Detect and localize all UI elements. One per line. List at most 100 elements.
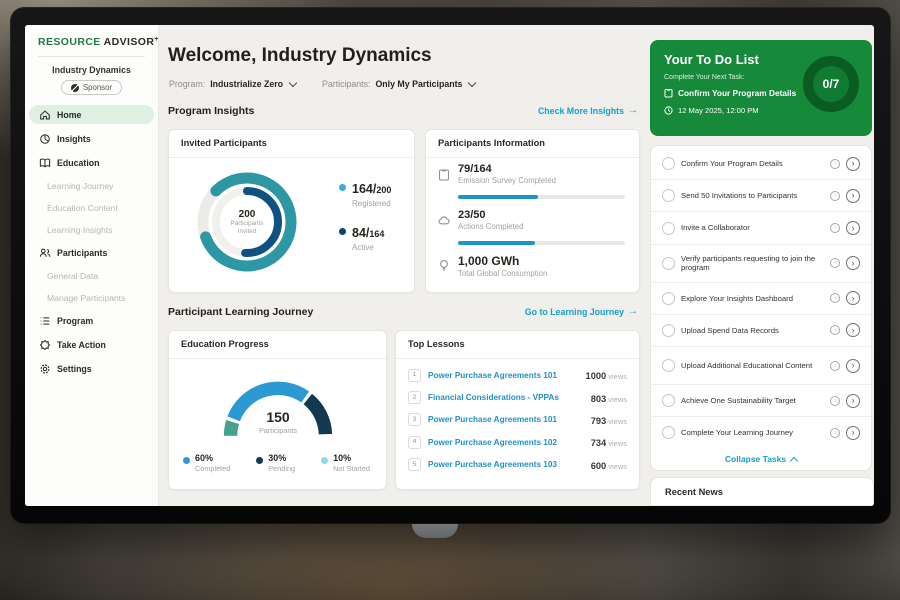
task-open-button[interactable]: ›: [846, 291, 860, 305]
monitor-bezel: RESOURCE ADVISOR+ Industry Dynamics Spon…: [10, 7, 891, 524]
task-checkbox[interactable]: [662, 257, 675, 270]
page-title: Welcome, Industry Dynamics: [168, 45, 432, 67]
sidebar-item-label: Insights: [57, 134, 91, 144]
task-open-button[interactable]: ›: [846, 256, 860, 270]
task-checkbox[interactable]: [662, 426, 675, 439]
sidebar-item-home[interactable]: Home: [29, 105, 154, 124]
legend-dot: [339, 184, 346, 191]
sponsor-badge[interactable]: Sponsor: [61, 80, 122, 95]
sidebar-item-insights[interactable]: Insights: [29, 129, 154, 148]
stat-emission-survey: 79/164 Emission Survey Completed: [438, 163, 627, 185]
sidebar-item-label: Program: [57, 316, 93, 326]
lesson-link[interactable]: Power Purchase Agreements 102: [428, 438, 584, 447]
task-row[interactable]: Complete Your Learning Journey i ›: [651, 417, 871, 448]
divider: [651, 505, 873, 506]
chevron-down-icon: [289, 78, 297, 86]
task-open-button[interactable]: ›: [846, 323, 860, 337]
task-checkbox[interactable]: [662, 189, 675, 202]
actions-icon: [438, 214, 450, 227]
lesson-link[interactable]: Power Purchase Agreements 101: [428, 371, 579, 380]
settings-gear-icon: [39, 363, 51, 375]
section-title-program-insights: Program Insights: [168, 105, 254, 117]
invited-count: 200: [239, 209, 256, 220]
invited-participants-card: Invited Participants 200 Participants In…: [168, 129, 415, 293]
lesson-row: 3 Power Purchase Agreements 101 793views: [408, 409, 627, 431]
task-open-button[interactable]: ›: [846, 426, 860, 440]
task-row[interactable]: Confirm Your Program Details i ›: [651, 148, 871, 180]
divider: [169, 157, 414, 158]
stat-actions-completed: 23/50 Actions Completed: [438, 209, 627, 231]
take-action-icon: [39, 339, 51, 351]
participants-count: 150: [216, 409, 340, 425]
task-open-button[interactable]: ›: [846, 189, 860, 203]
todo-next-task: Confirm Your Program Details: [664, 88, 796, 98]
sidebar-item-education[interactable]: Education: [29, 153, 154, 172]
legend-dot: [321, 457, 328, 464]
sidebar-item-label: Learning Insights: [47, 225, 112, 235]
task-checkbox[interactable]: [662, 292, 675, 305]
program-list-icon: [39, 315, 51, 327]
rank-badge: 5: [408, 458, 421, 471]
task-row[interactable]: Upload Spend Data Records i ›: [651, 315, 871, 347]
task-row[interactable]: Explore Your Insights Dashboard i ›: [651, 283, 871, 315]
task-checkbox[interactable]: [662, 394, 675, 407]
task-checkbox[interactable]: [662, 359, 675, 372]
sidebar-item-education-content[interactable]: Education Content: [29, 199, 154, 216]
info-icon: i: [830, 191, 840, 201]
lesson-row: 4 Power Purchase Agreements 102 734views: [408, 431, 627, 453]
rank-badge: 3: [408, 413, 421, 426]
filter-label: Program:: [169, 79, 205, 89]
logo-text-advisor: ADVISOR: [104, 36, 155, 48]
sidebar-item-label: General Data: [47, 271, 98, 281]
sidebar-item-take-action[interactable]: Take Action: [29, 335, 154, 354]
chevron-up-icon: [790, 457, 798, 465]
task-checkbox[interactable]: [662, 222, 675, 235]
task-row[interactable]: Upload Additional Educational Content i …: [651, 347, 871, 385]
lesson-row: 5 Power Purchase Agreements 103 600views: [408, 454, 627, 476]
lessons-list: 1 Power Purchase Agreements 101 1000view…: [408, 364, 627, 476]
task-row[interactable]: Achieve One Sustainability Target i ›: [651, 385, 871, 417]
card-title: Invited Participants: [181, 138, 267, 148]
collapse-tasks-link[interactable]: Collapse Tasks: [651, 449, 871, 470]
check-more-insights-link[interactable]: Check More Insights →: [538, 106, 638, 116]
sidebar-item-label: Participants: [57, 248, 107, 258]
sidebar-item-participants[interactable]: Participants: [29, 243, 154, 262]
sidebar-item-label: Education: [57, 158, 100, 168]
task-checkbox[interactable]: [662, 157, 675, 170]
legend-pending: 30% Pending: [256, 453, 295, 473]
rank-badge: 2: [408, 391, 421, 404]
sidebar-item-manage-participants[interactable]: Manage Participants: [29, 289, 154, 306]
sidebar-item-learning-insights[interactable]: Learning Insights: [29, 221, 154, 238]
program-filter-dropdown[interactable]: Program: Industrialize Zero: [169, 79, 296, 89]
task-open-button[interactable]: ›: [846, 157, 860, 171]
sidebar-item-settings[interactable]: Settings: [29, 359, 154, 378]
gauge-center-label: 150 Participants: [216, 409, 340, 435]
sidebar-item-program[interactable]: Program: [29, 311, 154, 330]
link-label: Go to Learning Journey: [525, 307, 624, 317]
task-open-button[interactable]: ›: [846, 359, 860, 373]
lesson-row: 2 Financial Considerations - VPPAs 803vi…: [408, 386, 627, 408]
task-open-button[interactable]: ›: [846, 221, 860, 235]
lesson-link[interactable]: Financial Considerations - VPPAs: [428, 393, 584, 402]
participants-information-card: Participants Information 79/164 Emission…: [425, 129, 640, 293]
todo-progress-ring: 0/7: [803, 56, 859, 112]
task-row[interactable]: Send 50 Invitations to Participants i ›: [651, 180, 871, 212]
info-icon: i: [830, 159, 840, 169]
divider: [396, 358, 639, 359]
arrow-right-icon: →: [628, 106, 638, 116]
task-open-button[interactable]: ›: [846, 394, 860, 408]
go-to-learning-journey-link[interactable]: Go to Learning Journey →: [525, 307, 638, 317]
sidebar-item-label: Settings: [57, 364, 92, 374]
donut-center-label: 200 Participants Invited: [195, 170, 299, 274]
lesson-link[interactable]: Power Purchase Agreements 101: [428, 415, 584, 424]
lesson-link[interactable]: Power Purchase Agreements 103: [428, 460, 584, 469]
task-row[interactable]: Verify participants requesting to join t…: [651, 245, 871, 283]
donut-legend: 164/200 Registered 84/164 Active: [339, 180, 391, 252]
task-checkbox[interactable]: [662, 324, 675, 337]
task-row[interactable]: Invite a Collaborator i ›: [651, 212, 871, 244]
sidebar-item-learning-journey[interactable]: Learning Journey: [29, 177, 154, 194]
sidebar-item-general-data[interactable]: General Data: [29, 267, 154, 284]
education-icon: [39, 157, 51, 169]
sidebar-item-label: Learning Journey: [47, 181, 113, 191]
participants-filter-dropdown[interactable]: Participants: Only My Participants: [322, 79, 475, 89]
